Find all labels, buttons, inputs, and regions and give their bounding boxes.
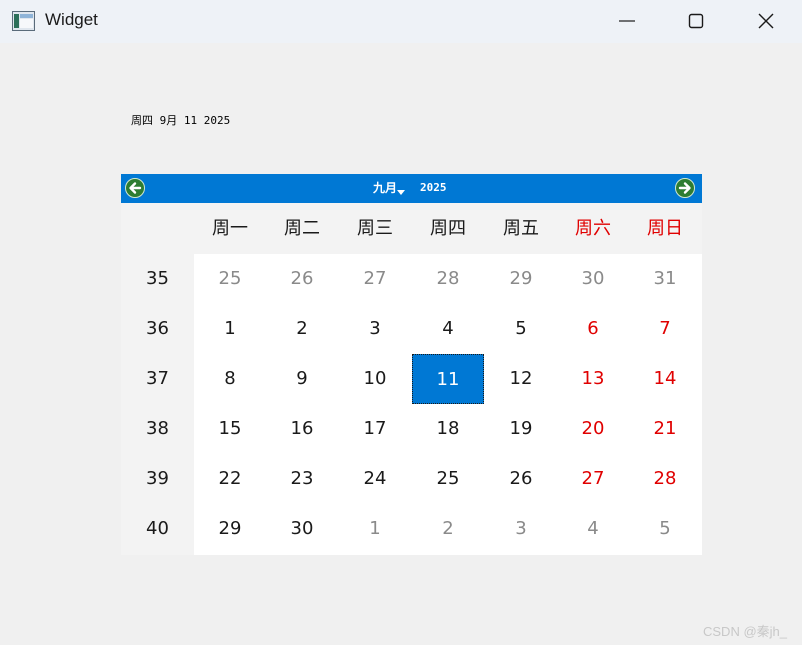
day-cell[interactable]: 20: [557, 404, 629, 454]
previous-month-button[interactable]: [125, 178, 145, 198]
selected-date-label: 周四 9月 11 2025: [131, 114, 231, 127]
calendar-widget: 九月 2025 周一 周二 周三 周四 周五 周六 周日 35 36 37 38 39 40 25 26…: [121, 174, 702, 555]
day-cell[interactable]: 9: [266, 354, 338, 404]
day-cell[interactable]: 19: [485, 404, 557, 454]
minimize-button[interactable]: [592, 0, 662, 43]
day-cell[interactable]: 10: [339, 354, 411, 404]
maximize-button[interactable]: [661, 0, 731, 43]
day-cell[interactable]: 8: [194, 354, 266, 404]
day-cell[interactable]: 16: [266, 404, 338, 454]
week-number-column: 35 36 37 38 39 40: [121, 254, 194, 555]
day-cell[interactable]: 27: [339, 254, 411, 304]
minimize-icon: [619, 20, 635, 22]
day-cell[interactable]: 15: [194, 404, 266, 454]
day-cell[interactable]: 25: [412, 454, 484, 504]
watermark: CSDN @秦jh_: [703, 624, 787, 639]
week-number: 37: [146, 368, 169, 389]
weekday-header: 周五: [503, 218, 539, 239]
day-cell[interactable]: 26: [485, 454, 557, 504]
next-month-button[interactable]: [675, 178, 695, 198]
weekday-header: 周日: [647, 218, 683, 239]
day-cell[interactable]: 4: [412, 304, 484, 354]
arrow-right-icon: [678, 182, 691, 194]
day-cell[interactable]: 26: [266, 254, 338, 304]
day-cell[interactable]: 23: [266, 454, 338, 504]
day-cell[interactable]: 28: [412, 254, 484, 304]
day-cell[interactable]: 1: [339, 504, 411, 554]
day-cell[interactable]: 2: [266, 304, 338, 354]
day-cell[interactable]: 30: [266, 504, 338, 554]
day-cell[interactable]: 14: [629, 354, 701, 404]
day-cell[interactable]: 28: [629, 454, 701, 504]
day-cell[interactable]: 5: [485, 304, 557, 354]
window-title: Widget: [45, 10, 98, 29]
day-cell[interactable]: 3: [485, 504, 557, 554]
day-cell[interactable]: 17: [339, 404, 411, 454]
day-cell[interactable]: 21: [629, 404, 701, 454]
day-cell[interactable]: 12: [485, 354, 557, 404]
day-cell[interactable]: 3: [339, 304, 411, 354]
day-cell[interactable]: 1: [194, 304, 266, 354]
week-number: 39: [146, 468, 169, 489]
day-cell[interactable]: 2: [412, 504, 484, 554]
week-number: 38: [146, 418, 169, 439]
weekday-header: 周六: [575, 218, 611, 239]
month-selector-button[interactable]: 九月: [373, 180, 397, 196]
week-number: 35: [146, 268, 169, 289]
day-cell-selected[interactable]: 11: [412, 354, 484, 404]
close-icon: [758, 13, 774, 29]
day-cell[interactable]: 18: [412, 404, 484, 454]
app-icon: [12, 11, 35, 31]
day-cell[interactable]: 29: [194, 504, 266, 554]
chevron-down-icon: [397, 190, 405, 195]
day-cell[interactable]: 13: [557, 354, 629, 404]
close-button[interactable]: [731, 0, 801, 43]
day-cell[interactable]: 5: [629, 504, 701, 554]
day-cell[interactable]: 29: [485, 254, 557, 304]
weekday-header-row: 周一 周二 周三 周四 周五 周六 周日: [121, 203, 702, 254]
day-cell[interactable]: 24: [339, 454, 411, 504]
day-cell[interactable]: 6: [557, 304, 629, 354]
year-selector-button[interactable]: 2025: [420, 180, 447, 196]
day-grid: 25 26 27 28 29 30 31 1 2 3 4 5 6 7 8 9 10 11 12 13 14 15 16 17 1…: [194, 254, 702, 555]
arrow-left-icon: [129, 182, 142, 194]
day-cell[interactable]: 27: [557, 454, 629, 504]
week-number: 40: [146, 518, 169, 539]
day-cell[interactable]: 22: [194, 454, 266, 504]
weekday-header: 周三: [357, 218, 393, 239]
day-cell[interactable]: 4: [557, 504, 629, 554]
weekday-header: 周一: [212, 218, 248, 239]
day-cell[interactable]: 7: [629, 304, 701, 354]
weekday-header: 周四: [430, 218, 466, 239]
day-cell[interactable]: 25: [194, 254, 266, 304]
day-cell[interactable]: 30: [557, 254, 629, 304]
title-bar: Widget: [0, 0, 802, 43]
weekday-header: 周二: [284, 218, 320, 239]
day-cell[interactable]: 31: [629, 254, 701, 304]
week-number: 36: [146, 318, 169, 339]
maximize-icon: [688, 13, 704, 29]
calendar-navigation-bar: 九月 2025: [121, 174, 702, 203]
